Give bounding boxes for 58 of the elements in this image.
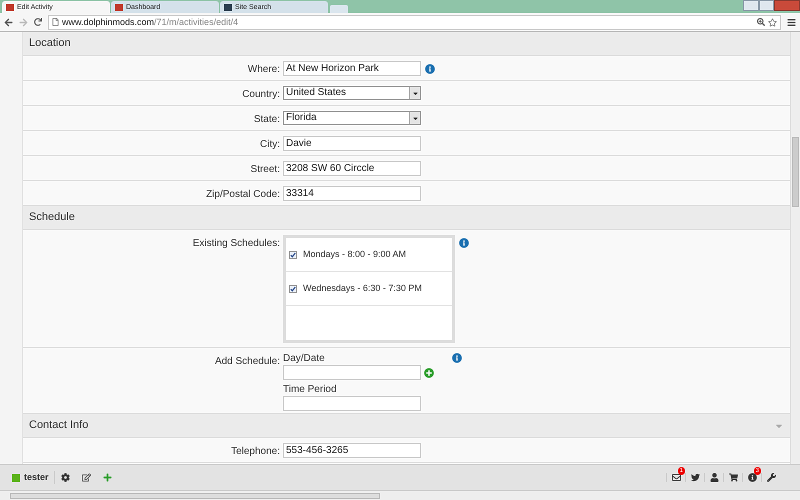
page-icon	[52, 18, 59, 26]
zoom-icon[interactable]	[757, 18, 765, 26]
field-label: Add Schedule:	[214, 355, 281, 369]
settings-icon[interactable]	[60, 473, 70, 482]
menu-icon[interactable]	[787, 18, 796, 26]
caret-icon	[412, 90, 418, 96]
scrollbar-thumb[interactable]	[792, 137, 799, 207]
schedule-label: Wednesdays - 6:30 - 7:30 PM	[303, 282, 422, 295]
field-label: State:	[252, 113, 281, 127]
tab-icon	[224, 4, 232, 10]
dropdown-field[interactable]: Florida	[283, 111, 421, 125]
info-icon[interactable]	[748, 473, 756, 482]
info-icon[interactable]	[459, 238, 469, 248]
schedule-label: Mondays - 8:00 - 9:00 AM	[303, 248, 406, 261]
text-field[interactable]: At New Horizon Park	[283, 61, 421, 76]
scrollbar-thumb[interactable]	[10, 492, 380, 498]
address-bar[interactable]: www.dolphinmods.com/71/m/activities/edit/4	[48, 14, 781, 30]
field-caption: Day/Date	[283, 353, 326, 365]
section-title: Schedule	[29, 210, 75, 226]
wrench-icon[interactable]	[766, 473, 776, 482]
section-title: Location	[29, 36, 71, 52]
tab-icon	[115, 4, 123, 10]
field-label: Existing Schedules:	[192, 237, 281, 251]
user-icon[interactable]	[710, 473, 718, 482]
mail-icon[interactable]	[672, 473, 680, 482]
field-label: Street:	[250, 163, 281, 177]
text-field[interactable]: Davie	[283, 136, 421, 151]
checkbox[interactable]	[289, 250, 297, 258]
add-icon[interactable]	[424, 368, 434, 378]
status-square-icon	[12, 474, 20, 482]
text-field[interactable]: 3208 SW 60 Circcle	[283, 161, 421, 176]
back-icon[interactable]	[4, 18, 13, 26]
text-field[interactable]: 33314	[283, 186, 421, 201]
bird-icon[interactable]	[690, 473, 700, 482]
text-field[interactable]: 553-456-3265	[283, 443, 421, 458]
time-period-field[interactable]	[283, 396, 421, 411]
cart-icon[interactable]	[728, 473, 738, 482]
tab-icon	[6, 4, 14, 10]
star-icon[interactable]	[768, 18, 777, 26]
info-icon[interactable]	[425, 64, 435, 74]
caret-icon	[412, 114, 418, 122]
checkbox[interactable]	[289, 284, 297, 292]
field-label: City:	[259, 138, 281, 152]
edit-icon[interactable]	[82, 473, 91, 482]
reload-icon[interactable]	[34, 18, 42, 26]
vertical-scrollbar[interactable]	[790, 32, 800, 464]
info-icon[interactable]	[452, 353, 462, 363]
section-title: Contact Info	[29, 418, 88, 434]
day-date-field[interactable]	[283, 365, 421, 380]
username[interactable]: tester	[24, 470, 55, 484]
field-label: Zip/Postal Code:	[205, 188, 281, 202]
horizontal-scrollbar[interactable]	[0, 490, 800, 500]
field-caption: Time Period	[283, 384, 338, 396]
field-label: Where:	[246, 63, 281, 77]
field-label: Country:	[241, 88, 281, 102]
dropdown-field[interactable]: United States	[283, 86, 421, 100]
field-label: Telephone:	[230, 445, 281, 459]
add-icon[interactable]	[102, 473, 112, 482]
